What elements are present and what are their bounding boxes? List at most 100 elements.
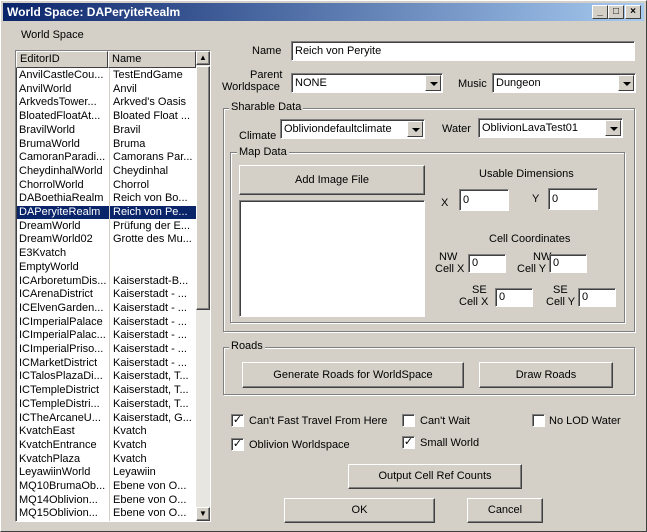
- editorid-cell: DreamWorld: [19, 219, 81, 232]
- list-item[interactable]: AnvilWorld Anvil: [17, 83, 197, 96]
- list-item[interactable]: DABoethiaRealm Reich von Bo...: [17, 192, 197, 205]
- name-cell: Anvil: [113, 82, 137, 95]
- list-item[interactable]: ICElvenGarden... Kaiserstadt - ...: [17, 302, 197, 315]
- x-label: X: [441, 197, 449, 209]
- se-cell-y-label: Cell Y: [546, 296, 576, 308]
- list-item[interactable]: CheydinhalWorld Cheydinhal: [17, 165, 197, 178]
- list-item[interactable]: DreamWorld Prüfung der E...: [17, 220, 197, 233]
- list-item[interactable]: BrumaWorld Bruma: [17, 138, 197, 151]
- column-name[interactable]: Name: [108, 51, 196, 68]
- ok-button[interactable]: OK: [284, 498, 435, 523]
- list-item[interactable]: ICTheArcaneU... Kaiserstadt, G...: [17, 412, 197, 425]
- editorid-cell: MQ14Oblivion...: [19, 493, 98, 506]
- music-value: Dungeon: [496, 77, 541, 89]
- name-cell: Bruma: [113, 137, 146, 150]
- draw-roads-button[interactable]: Draw Roads: [479, 362, 613, 388]
- list-item[interactable]: MQ10BrumaOb... Ebene von O...: [17, 480, 197, 493]
- no-lod-water-checkbox[interactable]: [532, 414, 545, 427]
- climate-value: Obliviondefaultclimate: [284, 123, 392, 135]
- editorid-cell: ICElvenGarden...: [19, 301, 104, 314]
- roads-label: Roads: [229, 340, 265, 352]
- list-item[interactable]: ICArenaDistrict Kaiserstadt - ...: [17, 288, 197, 301]
- oblivion-worldspace-label: Oblivion Worldspace: [249, 439, 350, 451]
- music-select[interactable]: Dungeon: [492, 73, 636, 93]
- editorid-cell: KvatchPlaza: [19, 452, 81, 465]
- list-item[interactable]: KvatchEntrance Kvatch: [17, 439, 197, 452]
- list-item[interactable]: DreamWorld02 Grotte des Mu...: [17, 233, 197, 246]
- name-cell: Kaiserstadt, G...: [113, 411, 192, 424]
- add-image-button[interactable]: Add Image File: [239, 165, 425, 195]
- oblivion-worldspace-checkbox[interactable]: ✓: [231, 438, 244, 451]
- name-cell: Kaiserstadt - ...: [113, 329, 187, 342]
- list-item[interactable]: KvatchPlaza Kvatch: [17, 453, 197, 466]
- list-item[interactable]: ArkvedsTower... Arkved's Oasis: [17, 96, 197, 109]
- chevron-down-icon[interactable]: [618, 75, 634, 91]
- name-input[interactable]: Reich von Peryite: [291, 41, 635, 61]
- small-world-checkbox[interactable]: ✓: [402, 436, 415, 449]
- list-item[interactable]: ChorrolWorld Chorrol: [17, 179, 197, 192]
- close-icon[interactable]: ×: [625, 5, 641, 19]
- editorid-cell: ICImperialPalace: [19, 315, 103, 328]
- nw-cell-x-input[interactable]: 0: [468, 254, 506, 273]
- list-item[interactable]: E3Kvatch: [17, 247, 197, 260]
- output-cell-ref-counts-button[interactable]: Output Cell Ref Counts: [348, 464, 522, 489]
- list-item[interactable]: MQ14Oblivion... Ebene von O...: [17, 494, 197, 507]
- name-cell: Ebene von O...: [113, 507, 187, 520]
- se-cell-y-input[interactable]: 0: [578, 288, 616, 307]
- column-editorid[interactable]: EditorID: [16, 51, 108, 68]
- scroll-thumb[interactable]: [196, 66, 210, 310]
- list-item[interactable]: ICTempleDistri... Kaiserstadt, T...: [17, 398, 197, 411]
- generate-roads-button[interactable]: Generate Roads for WorldSpace: [242, 362, 464, 388]
- list-item[interactable]: BloatedFloatAt... Bloated Float ...: [17, 110, 197, 123]
- water-select[interactable]: OblivionLavaTest01: [478, 118, 623, 138]
- list-item[interactable]: ICTempleDistrict Kaiserstadt, T...: [17, 384, 197, 397]
- no-lod-water-label: No LOD Water: [549, 415, 621, 427]
- list-item[interactable]: EmptyWorld: [17, 261, 197, 274]
- list-item[interactable]: ICImperialPalace Kaiserstadt - ...: [17, 316, 197, 329]
- editorid-cell: EmptyWorld: [19, 260, 79, 273]
- list-item[interactable]: ICImperialPalac... Kaiserstadt - ...: [17, 329, 197, 342]
- scroll-up-icon[interactable]: ▲: [196, 51, 210, 65]
- list-item[interactable]: ICMarketDistrict Kaiserstadt - ...: [17, 357, 197, 370]
- usable-y-input[interactable]: 0: [548, 188, 598, 210]
- parent-worldspace-value: NONE: [295, 77, 327, 89]
- chevron-down-icon[interactable]: [425, 75, 441, 91]
- name-cell: Kaiserstadt - ...: [113, 343, 187, 355]
- list-item[interactable]: DAPeryiteRealm Reich von Pe...: [17, 206, 197, 219]
- editorid-cell: BravilWorld: [19, 123, 76, 136]
- list-item[interactable]: CamoranParadi... Camorans Par...: [17, 151, 197, 164]
- worldspace-list[interactable]: EditorID Name AnvilCastleCou... TestEndGa…: [15, 50, 211, 522]
- title-bar[interactable]: World Space: DAPeryiteRealm _ □ ×: [3, 3, 644, 21]
- chevron-down-icon[interactable]: [407, 121, 423, 137]
- name-cell: Kaiserstadt, T...: [113, 370, 189, 383]
- maximize-icon[interactable]: □: [608, 5, 624, 19]
- list-item[interactable]: KvatchEast Kvatch: [17, 425, 197, 438]
- name-cell: Chorrol: [113, 178, 150, 191]
- nw-cell-y-input[interactable]: 0: [549, 254, 587, 273]
- editorid-cell: KvatchEntrance: [19, 438, 97, 451]
- cant-wait-checkbox[interactable]: [402, 414, 415, 427]
- list-item[interactable]: MQ15Oblivion... Ebene von O...: [17, 507, 197, 520]
- list-item[interactable]: AnvilCastleCou... TestEndGame: [17, 69, 197, 82]
- usable-x-input[interactable]: 0: [459, 189, 509, 211]
- editorid-cell: AnvilWorld: [19, 82, 72, 95]
- cancel-button[interactable]: Cancel: [467, 498, 543, 523]
- list-item[interactable]: ICImperialPriso... Kaiserstadt - ...: [17, 343, 197, 356]
- cant-fast-travel-checkbox[interactable]: ✓: [231, 414, 244, 427]
- list-item[interactable]: LeyawiinWorld Leyawiin: [17, 466, 197, 479]
- list-item[interactable]: ICArboretumDis... Kaiserstadt-B...: [17, 275, 197, 288]
- parent-worldspace-select[interactable]: NONE: [291, 73, 443, 93]
- editorid-cell: ICMarketDistrict: [19, 356, 98, 369]
- vertical-scrollbar[interactable]: ▲ ▼: [196, 51, 210, 521]
- minimize-icon[interactable]: _: [592, 5, 608, 19]
- list-item[interactable]: BravilWorld Bravil: [17, 124, 197, 137]
- nw-label: NW: [439, 251, 458, 263]
- climate-select[interactable]: Obliviondefaultclimate: [280, 119, 425, 139]
- chevron-down-icon[interactable]: [605, 120, 621, 136]
- se-cell-x-input[interactable]: 0: [495, 288, 533, 307]
- editorid-cell: DABoethiaRealm: [19, 192, 104, 205]
- list-item[interactable]: ICTalosPlazaDi... Kaiserstadt, T...: [17, 370, 197, 383]
- editorid-cell: MQ15Oblivion...: [19, 507, 98, 520]
- name-cell: Reich von Bo...: [113, 192, 188, 205]
- scroll-down-icon[interactable]: ▼: [196, 507, 210, 521]
